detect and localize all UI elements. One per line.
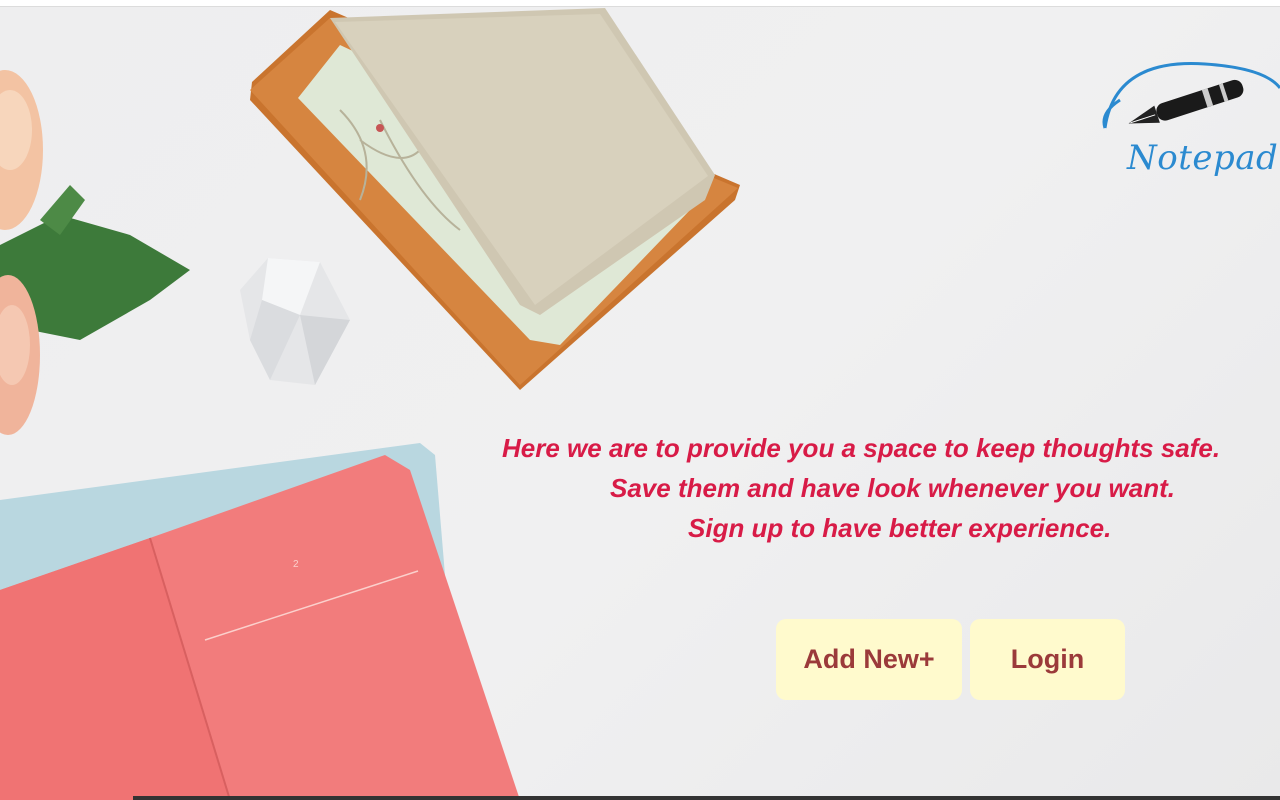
- add-new-button[interactable]: Add New+: [776, 619, 962, 700]
- landing-page: 2 Notepad Here we are to provide you a s…: [0, 0, 1280, 800]
- tagline-line-1: Here we are to provide you a space to ke…: [502, 433, 1221, 463]
- bottom-border: [133, 796, 1280, 800]
- login-button[interactable]: Login: [970, 619, 1125, 700]
- tagline-line-3: Sign up to have better experience.: [688, 513, 1112, 543]
- crystal-stone: [240, 258, 350, 385]
- notebook-page-number: 2: [293, 559, 299, 570]
- flowers: [0, 70, 190, 435]
- tagline-line-2: Save them and have look whenever you wan…: [610, 473, 1175, 503]
- logo-text: Notepad: [1127, 138, 1279, 178]
- hero-tagline: Here we are to provide you a space to ke…: [500, 428, 1280, 548]
